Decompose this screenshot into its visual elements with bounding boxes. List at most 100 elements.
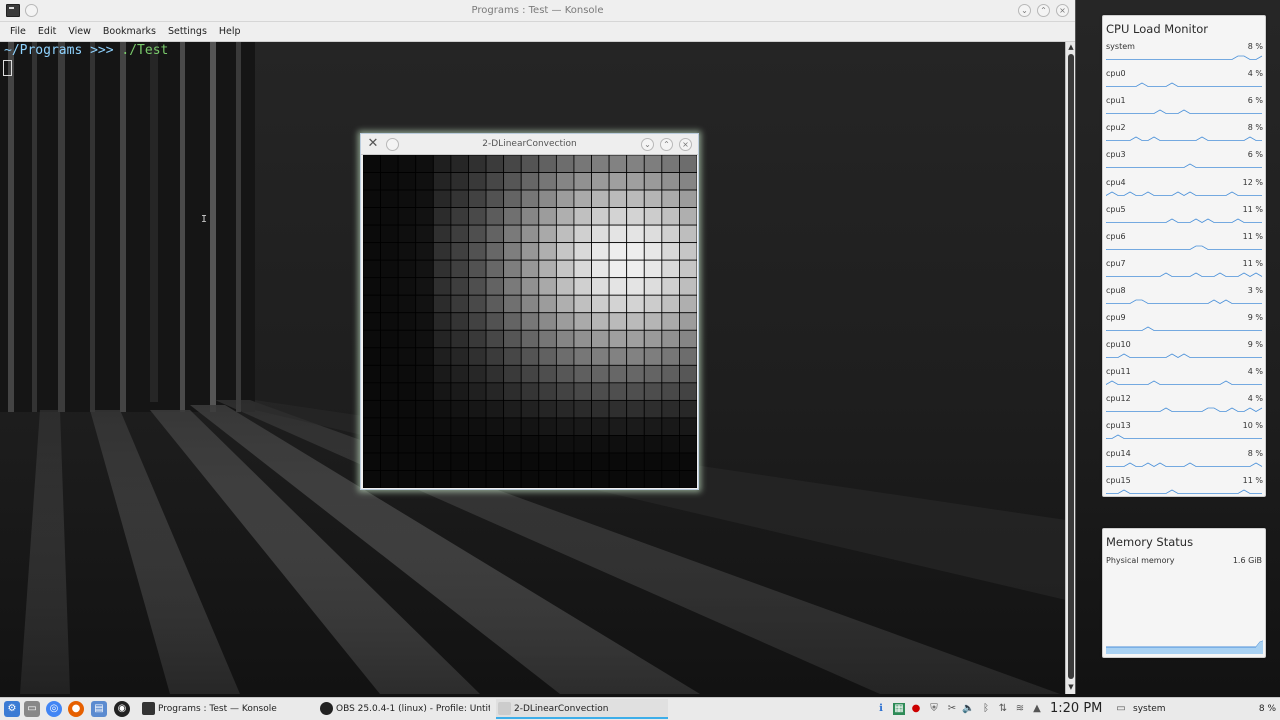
grid-cell	[643, 259, 663, 279]
grid-cell	[626, 189, 645, 208]
task-obs[interactable]: OBS 25.0.4-1 (linux) - Profile: Untitl..…	[318, 699, 490, 719]
konsole-titlebar[interactable]: Programs : Test — Konsole ⌄ ⌃ ×	[0, 0, 1075, 22]
chrome-icon[interactable]: ◎	[46, 701, 62, 717]
grid-cell	[679, 452, 697, 471]
cpu-row-label: system	[1106, 42, 1135, 51]
cpu-row-label: cpu4	[1106, 177, 1126, 187]
grid-cell	[626, 259, 645, 279]
grid-cell	[363, 364, 381, 384]
grid-cell	[397, 470, 417, 488]
grid-cell	[591, 347, 610, 366]
wifi-icon[interactable]: ≋	[1014, 703, 1026, 715]
cpu-sparkline	[1106, 489, 1262, 494]
grid-cell	[397, 224, 417, 244]
volume-icon[interactable]: 🔈	[962, 703, 974, 715]
grid-cell	[679, 382, 697, 401]
grid-cell	[591, 435, 610, 454]
grid-cell	[661, 435, 680, 454]
grid-cell	[661, 329, 680, 349]
grid-cell	[485, 259, 505, 279]
minimize-button[interactable]: ⌄	[641, 138, 654, 151]
grid-cell	[520, 172, 540, 191]
terminal-icon	[142, 702, 155, 715]
grid-cell	[591, 259, 610, 279]
scissors-icon[interactable]: ✂	[946, 703, 958, 715]
grid-cell	[363, 382, 381, 401]
terminal-scrollbar[interactable]: ▲ ▼	[1065, 42, 1075, 694]
grid-cell	[503, 277, 522, 296]
grid-cell	[679, 189, 697, 208]
menu-bookmarks[interactable]: Bookmarks	[97, 26, 162, 37]
grid-cell	[608, 207, 628, 226]
bluetooth-icon[interactable]: ᛒ	[980, 703, 992, 715]
grid-cell	[363, 259, 381, 279]
cpu-row-label: cpu14	[1106, 448, 1131, 458]
grid-cell	[643, 329, 663, 349]
convection-window[interactable]: ✕ 2-DLinearConvection ⌄ ⌃ ×	[360, 133, 699, 490]
close-button[interactable]: ×	[679, 138, 692, 151]
clock[interactable]: 1:20 PM	[1050, 701, 1102, 716]
task-convection[interactable]: 2-DLinearConvection	[496, 699, 668, 719]
info-icon[interactable]: ℹ	[875, 703, 887, 715]
red-app-icon[interactable]: ●	[910, 703, 922, 715]
cpu-row-value: 11 %	[1242, 204, 1263, 214]
grid-cell	[520, 382, 540, 401]
grid-cell	[555, 294, 575, 314]
grid-cell	[520, 399, 540, 419]
grid-cell	[432, 382, 452, 401]
grid-cell	[485, 224, 505, 244]
grid-cell	[538, 294, 557, 314]
convection-titlebar[interactable]: ✕ 2-DLinearConvection ⌄ ⌃ ×	[361, 134, 698, 155]
cpu-sparkline	[1106, 245, 1262, 250]
task-label: OBS 25.0.4-1 (linux) - Profile: Untitl..…	[336, 704, 490, 714]
obs-icon[interactable]: ◉	[114, 701, 130, 717]
grid-cell	[573, 329, 592, 349]
firefox-icon[interactable]: ●	[68, 701, 84, 717]
cpu-row-label: cpu6	[1106, 231, 1126, 241]
maximize-button[interactable]: ⌃	[660, 138, 673, 151]
grid-cell	[573, 207, 592, 226]
window-title: Programs : Test — Konsole	[471, 5, 604, 16]
scroll-thumb[interactable]	[1068, 54, 1074, 679]
grid-cell	[573, 399, 592, 419]
network-icon[interactable]: ⇅	[997, 703, 1009, 715]
menu-edit[interactable]: Edit	[32, 26, 62, 37]
grid-cell	[679, 312, 697, 331]
cpu-row-value: 11 %	[1242, 258, 1263, 268]
grid-cell	[626, 435, 645, 454]
grid-cell	[432, 224, 452, 244]
cpu-sparkline	[1106, 218, 1262, 223]
grid-cell	[643, 242, 663, 261]
close-button[interactable]: ×	[1056, 4, 1069, 17]
shield-icon[interactable]: ⛨	[928, 703, 940, 715]
cpu-sparkline-path	[1106, 407, 1263, 413]
grid-cell	[679, 155, 697, 173]
expand-tray-icon[interactable]: ▲	[1031, 703, 1043, 715]
minimize-button[interactable]: ⌄	[1018, 4, 1031, 17]
grid-cell	[415, 329, 434, 349]
grid-cell	[626, 224, 645, 244]
grid-cell	[450, 417, 469, 436]
grid-cell	[608, 224, 628, 244]
menu-view[interactable]: View	[62, 26, 97, 37]
cpu-row-value: 6 %	[1247, 96, 1263, 106]
maximize-button[interactable]: ⌃	[1037, 4, 1050, 17]
task-konsole[interactable]: Programs : Test — Konsole	[140, 699, 310, 719]
grid-cell	[538, 155, 557, 173]
notes-icon[interactable]: ▦	[893, 703, 905, 715]
cpu-sparkline	[1106, 136, 1262, 142]
scroll-up-icon[interactable]: ▲	[1067, 43, 1075, 51]
file-manager-icon[interactable]: ▤	[91, 701, 107, 717]
grid-cell	[661, 399, 680, 419]
menu-settings[interactable]: Settings	[162, 26, 213, 37]
application-launcher-icon[interactable]: ⚙	[4, 701, 20, 717]
grid-cell	[679, 347, 697, 366]
grid-cell	[363, 242, 381, 261]
scroll-down-icon[interactable]: ▼	[1067, 683, 1075, 691]
desktop-icon[interactable]: ▭	[24, 701, 40, 717]
grid-cell	[643, 312, 663, 331]
grid-cell	[485, 155, 505, 173]
menu-file[interactable]: File	[4, 26, 32, 37]
cpu-sparkline-path	[1106, 489, 1262, 494]
menu-help[interactable]: Help	[213, 26, 247, 37]
